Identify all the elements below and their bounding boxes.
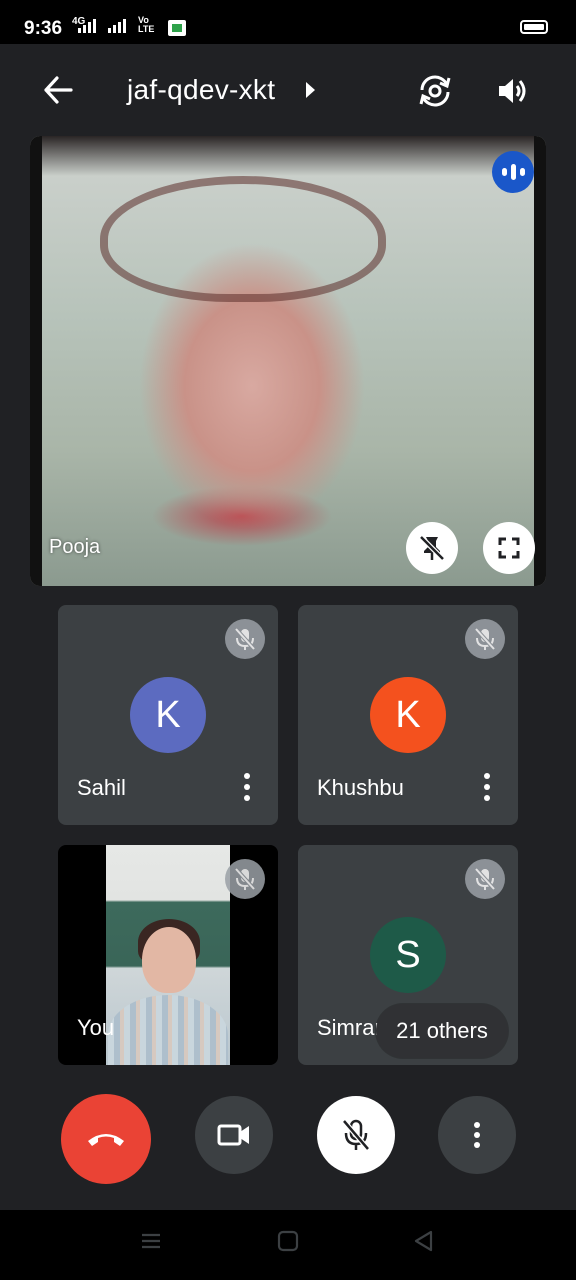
fullscreen-icon[interactable] bbox=[483, 522, 535, 574]
recents-icon[interactable] bbox=[140, 1230, 162, 1257]
unpin-icon[interactable] bbox=[406, 522, 458, 574]
switch-camera-icon[interactable] bbox=[412, 68, 458, 114]
status-bar: 9:36 4G Vo LTE bbox=[0, 0, 576, 44]
mic-off-icon bbox=[465, 859, 505, 899]
participant-name: Pooja bbox=[49, 536, 101, 558]
participant-name: Sahil bbox=[77, 775, 126, 800]
main-speaker-tile[interactable]: Pooja bbox=[30, 136, 546, 586]
system-nav-bar bbox=[0, 1210, 576, 1280]
more-options-icon bbox=[474, 1122, 480, 1148]
mic-off-icon bbox=[465, 619, 505, 659]
avatar: S bbox=[370, 917, 446, 993]
home-icon[interactable] bbox=[277, 1230, 299, 1257]
volte-indicator: Vo LTE bbox=[138, 15, 155, 34]
others-count-button[interactable]: 21 others bbox=[376, 1004, 508, 1058]
speaking-indicator-icon bbox=[492, 151, 534, 193]
participant-name: You bbox=[77, 1015, 115, 1040]
mic-off-icon bbox=[225, 619, 265, 659]
mic-toggle-button[interactable] bbox=[317, 1096, 395, 1174]
signal-icon bbox=[78, 19, 96, 33]
self-video bbox=[106, 845, 230, 1065]
avatar: K bbox=[370, 677, 446, 753]
back-icon[interactable] bbox=[413, 1230, 435, 1257]
participant-tile[interactable]: K Sahil bbox=[58, 605, 278, 825]
meeting-header: jaf-qdev-xkt bbox=[0, 44, 576, 136]
participant-menu-icon[interactable] bbox=[244, 773, 250, 801]
battery-icon bbox=[520, 20, 548, 34]
participant-menu-icon[interactable] bbox=[484, 773, 490, 801]
end-call-button[interactable] bbox=[61, 1094, 151, 1184]
self-view-tile[interactable]: You bbox=[58, 845, 278, 1065]
speaker-icon[interactable] bbox=[490, 68, 536, 114]
camera-toggle-button[interactable] bbox=[195, 1096, 273, 1174]
participant-tile[interactable]: K Khushbu bbox=[298, 605, 518, 825]
meeting-code-title[interactable]: jaf-qdev-xkt bbox=[127, 74, 275, 106]
camera-icon bbox=[217, 1124, 249, 1146]
mic-off-icon bbox=[225, 859, 265, 899]
more-options-button[interactable] bbox=[438, 1096, 516, 1174]
signal-icon bbox=[108, 19, 126, 33]
meeting-info-caret-icon[interactable] bbox=[306, 82, 315, 98]
back-arrow-icon[interactable] bbox=[36, 68, 80, 112]
app-notification-icon bbox=[168, 20, 186, 36]
avatar: K bbox=[130, 677, 206, 753]
participant-name: Khushbu bbox=[317, 775, 404, 800]
status-time: 9:36 bbox=[24, 18, 63, 39]
mic-off-icon bbox=[342, 1119, 370, 1151]
end-call-icon bbox=[88, 1134, 124, 1146]
